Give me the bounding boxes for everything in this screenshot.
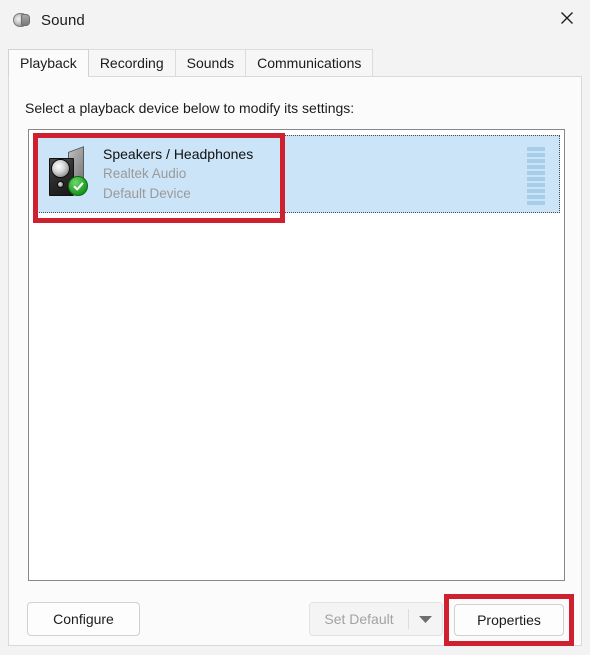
device-text-block: Speakers / Headphones Realtek Audio Defa… (103, 144, 403, 204)
tab-sounds[interactable]: Sounds (174, 49, 247, 76)
speaker-icon (48, 146, 92, 196)
tab-recording[interactable]: Recording (87, 49, 176, 76)
set-default-dropdown-button[interactable] (409, 603, 442, 635)
default-check-icon (68, 176, 88, 196)
playback-panel: Select a playback device below to modify… (8, 77, 582, 646)
meter-segment (527, 165, 545, 169)
set-default-button[interactable]: Set Default (310, 603, 408, 635)
list-item[interactable]: Speakers / Headphones Realtek Audio Defa… (35, 135, 560, 213)
window-title: Sound (41, 11, 85, 29)
tab-recording-label: Recording (99, 55, 164, 71)
meter-segment (527, 171, 545, 175)
tab-communications-label: Communications (257, 55, 362, 71)
meter-segment (527, 147, 545, 151)
configure-button[interactable]: Configure (27, 602, 140, 636)
device-status: Default Device (103, 186, 191, 201)
tab-sounds-label: Sounds (186, 55, 235, 71)
meter-segment (527, 159, 545, 163)
chevron-down-icon (419, 615, 432, 623)
tab-playback-label: Playback (20, 55, 77, 71)
tab-playback[interactable]: Playback (8, 49, 89, 77)
close-button[interactable] (544, 0, 590, 36)
speaker-icon (12, 10, 32, 30)
title-bar: Sound (0, 0, 590, 40)
meter-segment (527, 183, 545, 187)
tab-communications[interactable]: Communications (245, 49, 374, 76)
volume-level-meter (527, 147, 545, 205)
meter-segment (527, 189, 545, 193)
properties-button[interactable]: Properties (454, 604, 564, 636)
device-name: Speakers / Headphones (103, 146, 254, 162)
set-default-split-button[interactable]: Set Default (309, 602, 443, 636)
playback-device-list[interactable]: Speakers / Headphones Realtek Audio Defa… (28, 129, 565, 581)
meter-segment (527, 195, 545, 199)
tab-strip: Playback Recording Sounds Communications (8, 49, 582, 77)
meter-segment (527, 153, 545, 157)
meter-segment (527, 201, 545, 205)
close-icon (561, 12, 573, 24)
panel-prompt: Select a playback device below to modify… (25, 100, 355, 116)
meter-segment (527, 177, 545, 181)
device-driver: Realtek Audio (103, 166, 187, 181)
